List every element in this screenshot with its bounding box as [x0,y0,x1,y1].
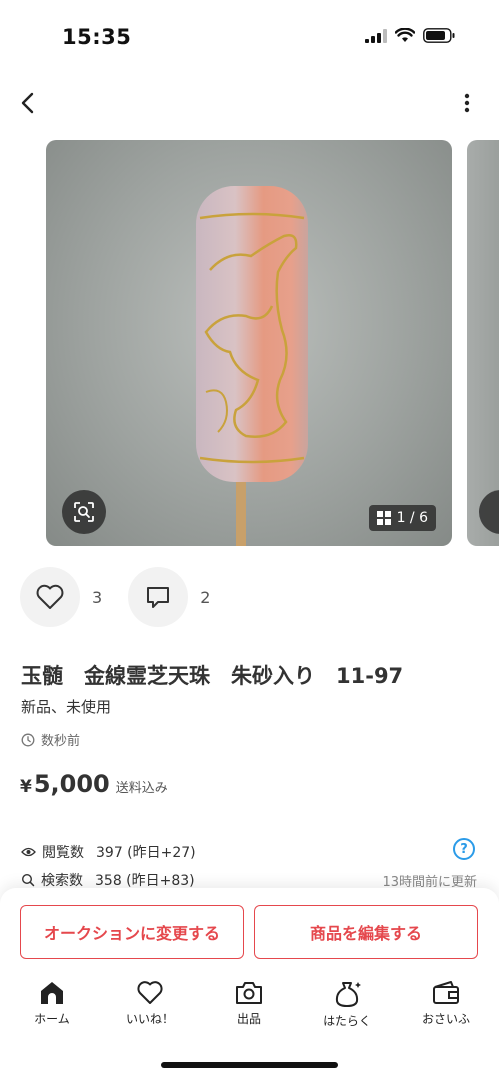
battery-icon [423,28,455,43]
heart-icon [137,981,163,1004]
more-options-button[interactable] [457,88,477,118]
search-icon [21,873,35,887]
tab-work[interactable]: はたらく [307,980,387,1029]
wifi-icon [395,28,415,42]
wallet-icon [433,981,459,1004]
price-value: 5,000 [33,770,110,798]
clock-icon [21,733,35,746]
search-value: 358 (昨日+83) [95,873,195,889]
bottom-panel: オークションに変更する 商品を編集する ホーム いいね！ 出品 はたらく おさい… [0,888,499,1080]
like-count: 3 [92,587,103,607]
more-vertical-icon [464,93,470,113]
tab-sell-label: 出品 [236,1012,261,1026]
signal-icon [365,28,387,43]
nav-bar [0,80,499,126]
bead-photo-illustration [196,186,308,546]
search-stat: 検索数 358 (昨日+83) [21,870,195,890]
item-title: 玉髄 金線霊芝天珠 朱砂入り 11-97 [21,664,404,688]
home-icon [41,982,63,1004]
photo-gallery[interactable]: 1 / 6 [46,140,499,546]
posted-time-text: 数秒前 [41,734,81,749]
chevron-left-icon [21,92,34,114]
back-button[interactable] [12,88,42,118]
price-currency: ¥ [20,777,32,797]
tab-home-label: ホーム [34,1012,70,1026]
zoom-button[interactable] [62,490,106,534]
change-to-auction-button[interactable]: オークションに変更する [20,905,244,959]
tab-home[interactable]: ホーム [12,980,92,1027]
tab-wallet[interactable]: おさいふ [406,980,486,1027]
shipping-note: 送料込み [115,781,168,796]
home-indicator [161,1062,338,1068]
views-value: 397 (昨日+27) [96,845,196,861]
help-icon[interactable]: ? [453,838,475,860]
grid-icon [376,511,391,525]
camera-icon [236,982,262,1004]
money-bag-icon [335,982,361,1007]
item-actions: 3 2 [20,566,236,628]
tab-likes[interactable]: いいね！ [110,980,190,1027]
page-counter-text: 1 / 6 [396,510,428,526]
status-time: 15:35 [62,25,132,49]
next-zoom-button[interactable] [479,490,499,534]
like-button[interactable] [20,567,80,627]
price: ¥ 5,000 送料込み [20,770,168,798]
tab-work-label: はたらく [323,1014,371,1028]
tab-sell[interactable]: 出品 [209,980,289,1027]
search-label: 検索数 [41,873,83,889]
heart-icon [36,584,64,609]
product-photo[interactable]: 1 / 6 [46,140,452,546]
comment-count: 2 [200,587,211,607]
posted-time: 数秒前 [21,730,80,749]
views-stat: 閲覧数 397 (昨日+27) [21,842,196,862]
tab-bar: ホーム いいね！ 出品 はたらく おさいふ [0,980,499,1040]
comment-button[interactable] [128,567,189,627]
next-product-photo[interactable] [467,140,499,546]
item-condition: 新品、未使用 [21,698,112,716]
photo-page-counter: 1 / 6 [368,505,436,531]
status-bar: 15:35 [0,0,499,70]
comment-icon [147,587,170,608]
tab-likes-label: いいね！ [125,1012,174,1026]
zoom-scan-icon [74,502,94,522]
views-label: 閲覧数 [42,845,84,861]
eye-icon [21,847,36,857]
tab-wallet-label: おさいふ [421,1012,470,1026]
edit-item-button[interactable]: 商品を編集する [254,905,478,959]
status-icons [365,28,455,43]
